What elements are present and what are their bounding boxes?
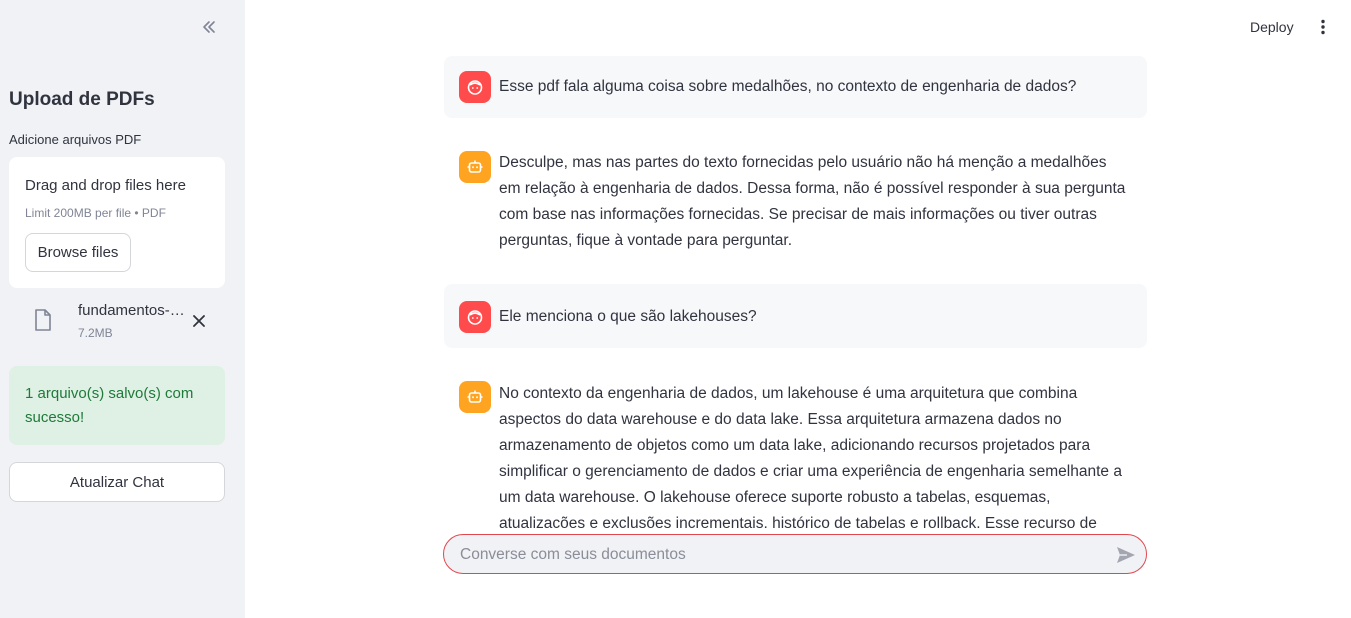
- refresh-chat-button[interactable]: Atualizar Chat: [9, 462, 225, 502]
- file-dropzone[interactable]: Drag and drop files here Limit 200MB per…: [9, 157, 225, 288]
- more-vertical-icon: [1321, 19, 1325, 35]
- message-text: No contexto da engenharia de dados, um l…: [499, 385, 1122, 528]
- uploaded-file-item: fundamentos-… 7.2MB: [9, 296, 225, 348]
- deploy-button[interactable]: Deploy: [1250, 16, 1294, 38]
- chat-message-user: Esse pdf fala alguma coisa sobre medalhõ…: [444, 56, 1147, 118]
- chat-scroll-area: No contexto da engenharia de dados, um l…: [444, 372, 1147, 528]
- chat-input-container: [443, 534, 1147, 574]
- double-chevron-left-icon: [203, 21, 215, 33]
- file-icon: [35, 309, 51, 331]
- chat-input[interactable]: [460, 543, 1100, 567]
- message-text: Desculpe, mas nas partes do texto fornec…: [499, 154, 1126, 249]
- message-text: Ele menciona o que são lakehouses?: [499, 308, 757, 325]
- chat-message-user: Ele menciona o que são lakehouses?: [444, 284, 1147, 348]
- sidebar-title: Upload de PDFs: [9, 89, 155, 110]
- robot-icon: [467, 160, 483, 173]
- face-icon: [467, 310, 483, 325]
- chat-message-assistant: No contexto da engenharia de dados, um l…: [444, 372, 1147, 528]
- user-avatar: [459, 71, 491, 103]
- file-name: fundamentos-…: [78, 302, 185, 319]
- message-text: Esse pdf fala alguma coisa sobre medalhõ…: [499, 78, 1077, 95]
- send-icon: [1117, 547, 1135, 563]
- assistant-avatar: [459, 381, 491, 413]
- chat-message-assistant: Desculpe, mas nas partes do texto fornec…: [444, 137, 1147, 267]
- send-button[interactable]: [1114, 543, 1138, 567]
- remove-file-button[interactable]: [190, 312, 208, 330]
- file-size: 7.2MB: [78, 326, 113, 340]
- dropzone-limit: Limit 200MB per file • PDF: [25, 206, 166, 220]
- face-icon: [467, 80, 483, 95]
- user-avatar: [459, 301, 491, 333]
- main-menu-button[interactable]: [1313, 16, 1333, 38]
- success-alert: 1 arquivo(s) salvo(s) com sucesso!: [9, 366, 225, 445]
- assistant-avatar: [459, 151, 491, 183]
- sidebar: Upload de PDFs Adicione arquivos PDF Dra…: [0, 0, 245, 618]
- robot-icon: [467, 390, 483, 403]
- collapse-sidebar-button[interactable]: [198, 16, 220, 38]
- uploader-label: Adicione arquivos PDF: [9, 132, 142, 147]
- close-icon: [193, 315, 205, 327]
- browse-files-button[interactable]: Browse files: [25, 233, 131, 272]
- dropzone-title: Drag and drop files here: [25, 177, 186, 194]
